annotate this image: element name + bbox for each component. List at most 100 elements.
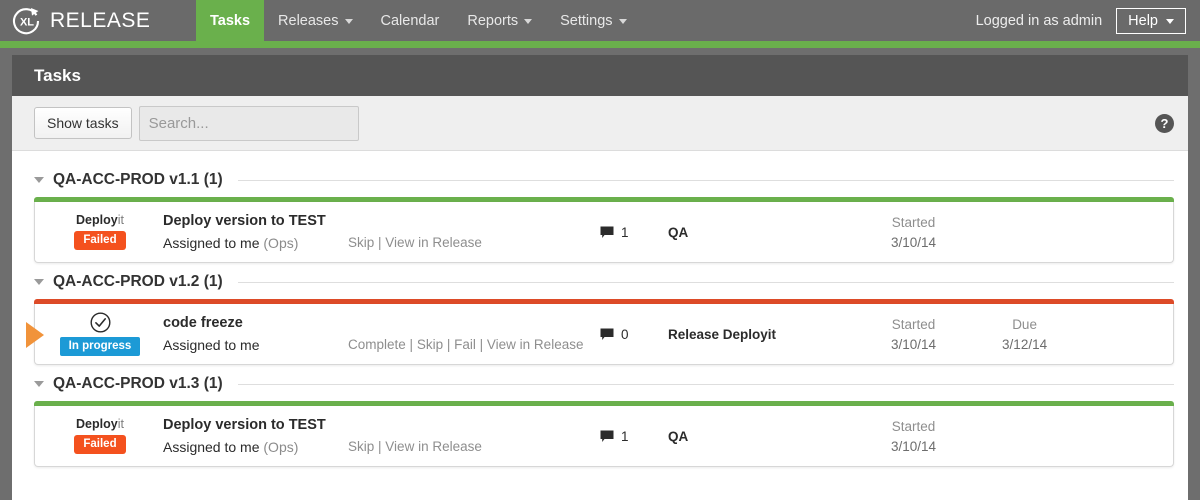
date-value: 3/12/14 [1002, 336, 1048, 352]
help-menu-button[interactable]: Help [1116, 7, 1186, 34]
task-comments-column[interactable]: 1 [600, 202, 668, 262]
date-value: 3/10/14 [891, 336, 937, 352]
search-input[interactable] [138, 105, 359, 141]
task-action-skip[interactable]: Skip [417, 337, 443, 352]
task-group-name: QA-ACC-PROD v1.2 (1) [53, 273, 223, 290]
xl-circular-arrow-logo-icon: XL [12, 7, 40, 34]
task-group-name: QA-ACC-PROD v1.1 (1) [53, 171, 223, 188]
task-action-view-in-release[interactable]: View in Release [487, 337, 584, 352]
task-status-column: In progress [57, 304, 143, 364]
task-action-fail[interactable]: Fail [454, 337, 476, 352]
task-card[interactable]: In progress code freeze Assigned to me C… [26, 299, 1174, 365]
chevron-down-icon [344, 19, 353, 24]
divider [237, 383, 1174, 385]
task-date-started: Started 3/10/14 [891, 317, 936, 352]
release-name: Release Deployit [668, 326, 777, 342]
task-action-skip[interactable]: Skip [348, 439, 374, 454]
comment-icon [600, 430, 614, 442]
task-card[interactable]: Deployit Failed Deploy version to TEST A… [34, 197, 1174, 263]
brand-logo[interactable]: XL RELEASE [0, 0, 196, 41]
nav-item-calendar[interactable]: Calendar [367, 0, 454, 41]
deployit-logo: Deployit [76, 214, 124, 227]
chevron-down-icon [524, 19, 533, 24]
task-assignee-text: Assigned to me [163, 337, 260, 353]
release-name: QA [668, 224, 689, 240]
divider [237, 281, 1174, 283]
task-actions-column: Skip | View in Release [348, 202, 600, 262]
date-label: Started [891, 214, 936, 230]
task-action-complete[interactable]: Complete [348, 337, 406, 352]
separator: | [479, 337, 487, 352]
app-root: XL RELEASE Tasks Releases Calendar Repor… [0, 0, 1200, 500]
task-release-column: QA [668, 406, 873, 466]
task-team: (Ops) [263, 235, 299, 251]
nav-item-settings[interactable]: Settings [546, 0, 640, 41]
chevron-down-icon[interactable] [34, 381, 44, 387]
task-actions: Complete | Skip | Fail | View in Release [348, 337, 583, 352]
task-actions-column: Skip | View in Release [348, 406, 600, 466]
comment-icon [600, 328, 614, 340]
task-name: Deploy version to TEST [163, 213, 326, 229]
task-team: (Ops) [263, 439, 299, 455]
task-group-header[interactable]: QA-ACC-PROD v1.2 (1) [34, 265, 1174, 299]
date-label: Started [891, 418, 936, 434]
accent-strip [0, 41, 1200, 48]
nav-right-section: Logged in as admin Help [976, 0, 1200, 41]
nav-item-reports-label: Reports [467, 12, 519, 29]
check-circle-icon [89, 312, 111, 333]
deployit-logo-bold: Deploy [76, 213, 118, 228]
task-group-name: QA-ACC-PROD v1.3 (1) [53, 375, 223, 392]
date-label: Started [891, 316, 936, 332]
task-group-header[interactable]: QA-ACC-PROD v1.3 (1) [34, 367, 1174, 401]
chevron-down-icon[interactable] [34, 177, 44, 183]
brand-name: RELEASE [50, 8, 151, 32]
task-release-column: Release Deployit [668, 304, 873, 364]
task-actions: Skip | View in Release [348, 439, 482, 454]
top-navigation-bar: XL RELEASE Tasks Releases Calendar Repor… [0, 0, 1200, 41]
task-action-view-in-release[interactable]: View in Release [385, 439, 482, 454]
release-name: QA [668, 428, 689, 444]
task-name: code freeze [163, 315, 243, 331]
date-label: Due [1012, 316, 1037, 332]
chevron-down-icon [618, 19, 627, 24]
comment-icon [600, 226, 614, 238]
nav-items: Tasks Releases Calendar Reports Settings [196, 0, 641, 41]
task-action-view-in-release[interactable]: View in Release [385, 235, 482, 250]
comment-count: 1 [621, 428, 629, 444]
deployit-logo: Deployit [76, 418, 124, 431]
help-icon[interactable]: ? [1155, 113, 1174, 133]
task-date-started: Started 3/10/14 [891, 215, 936, 250]
task-dates-column: Started 3/10/14 Due 3/12/14 [873, 304, 1173, 364]
task-comments-column[interactable]: 0 [600, 304, 668, 364]
comment-count: 0 [621, 326, 629, 342]
nav-item-settings-label: Settings [560, 12, 613, 29]
task-comments-column[interactable]: 1 [600, 406, 668, 466]
task-actions: Skip | View in Release [348, 235, 482, 250]
task-group: QA-ACC-PROD v1.3 (1) Deployit Failed Dep… [34, 367, 1174, 467]
task-date-due: Due 3/12/14 [1002, 317, 1047, 352]
task-status-column: Deployit Failed [57, 202, 143, 262]
task-action-skip[interactable]: Skip [348, 235, 374, 250]
task-dates-column: Started 3/10/14 [873, 202, 1173, 262]
nav-item-calendar-label: Calendar [380, 12, 440, 29]
date-value: 3/10/14 [891, 438, 937, 454]
separator: | [409, 337, 417, 352]
task-card[interactable]: Deployit Failed Deploy version to TEST A… [34, 401, 1174, 467]
nav-item-releases[interactable]: Releases [264, 0, 366, 41]
deployit-logo-bold: Deploy [76, 417, 118, 432]
nav-item-reports[interactable]: Reports [453, 0, 546, 41]
help-menu-label: Help [1128, 12, 1158, 29]
divider [237, 179, 1174, 181]
chevron-down-icon[interactable] [34, 279, 44, 285]
date-value: 3/10/14 [891, 234, 937, 250]
task-release-column: QA [668, 202, 873, 262]
nav-item-tasks-label: Tasks [210, 12, 251, 29]
show-tasks-button[interactable]: Show tasks [34, 107, 132, 139]
task-assignee: Assigned to me (Ops) [163, 439, 348, 455]
status-badge: Failed [74, 230, 126, 250]
task-assignee-text: Assigned to me [163, 235, 260, 251]
nav-item-tasks[interactable]: Tasks [196, 0, 265, 41]
status-badge: In progress [59, 337, 141, 356]
task-group-header[interactable]: QA-ACC-PROD v1.1 (1) [34, 163, 1174, 197]
task-title-column: code freeze Assigned to me [143, 304, 348, 364]
